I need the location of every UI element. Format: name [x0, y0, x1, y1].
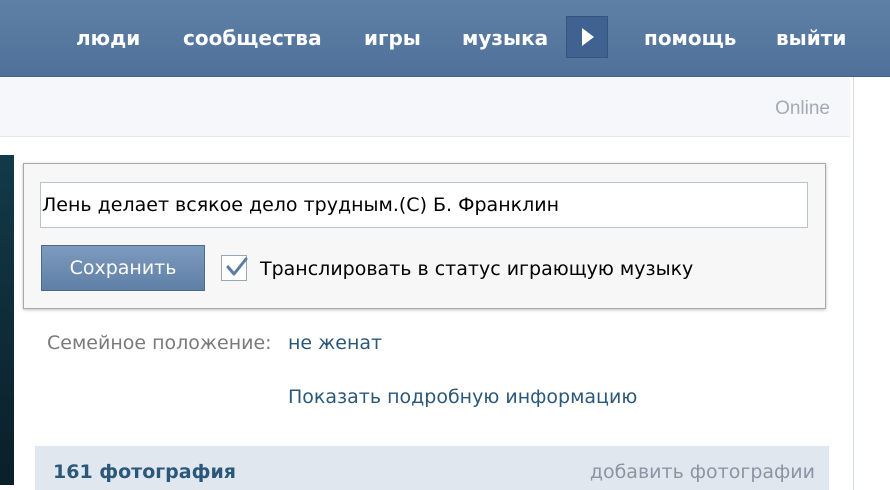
- nav-music[interactable]: музыка: [462, 22, 548, 54]
- online-bar: Online: [0, 78, 850, 137]
- checkmark-icon: [226, 257, 248, 276]
- family-status-label: Семейное положение:: [47, 332, 272, 354]
- play-icon: [582, 28, 594, 46]
- avatar[interactable]: [0, 155, 14, 485]
- top-navigation-bar: люди сообщества игры музыка помощь выйти: [0, 0, 890, 77]
- broadcast-music-label[interactable]: Транслировать в статус играющую музыку: [260, 258, 693, 280]
- photos-count-link[interactable]: 161 фотография: [53, 461, 236, 483]
- status-input[interactable]: Лень делает всякое дело трудным.(С) Б. Ф…: [40, 182, 808, 228]
- nav-logout[interactable]: выйти: [776, 22, 846, 54]
- music-play-button[interactable]: [566, 16, 608, 58]
- online-status: Online: [775, 98, 830, 119]
- nav-communities[interactable]: сообщества: [183, 22, 322, 54]
- nav-people[interactable]: люди: [76, 22, 140, 54]
- status-input-text: Лень делает всякое дело трудным.(С) Б. Ф…: [42, 194, 560, 216]
- nav-games[interactable]: игры: [364, 22, 421, 54]
- nav-help[interactable]: помощь: [644, 22, 736, 54]
- save-button[interactable]: Сохранить: [41, 245, 205, 291]
- add-photos-link[interactable]: добавить фотографии: [590, 461, 815, 483]
- show-more-info-link[interactable]: Показать подробную информацию: [288, 386, 637, 408]
- status-edit-popup: Лень делает всякое дело трудным.(С) Б. Ф…: [23, 163, 826, 309]
- broadcast-music-checkbox[interactable]: [221, 255, 248, 281]
- photos-section-header: 161 фотография добавить фотографии: [35, 446, 829, 490]
- family-status-value[interactable]: не женат: [288, 332, 382, 354]
